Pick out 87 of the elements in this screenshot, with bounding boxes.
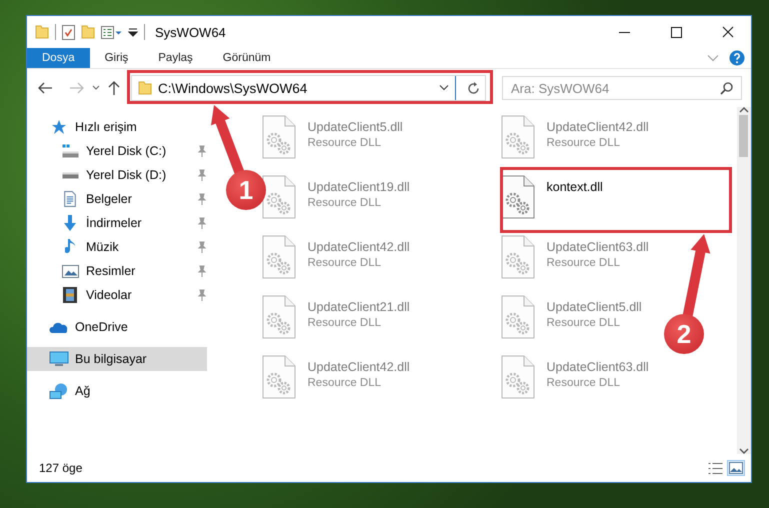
- ribbon-tab[interactable]: Giriş: [90, 48, 144, 68]
- gear-file-icon[interactable]: [500, 295, 534, 339]
- pin-icon[interactable]: [196, 265, 206, 277]
- drive-icon: [62, 144, 78, 158]
- nav-item[interactable]: Resimler: [27, 259, 140, 283]
- nav-item[interactable]: İndirmeler: [27, 211, 146, 235]
- file-name[interactable]: UpdateClient19.dll: [308, 180, 410, 194]
- document-icon: [64, 191, 76, 207]
- file-name[interactable]: UpdateClient42.dll: [546, 120, 649, 134]
- new-folder-icon[interactable]: [81, 25, 95, 39]
- nav-item[interactable]: Bu bilgisayar: [27, 347, 206, 371]
- pin-icon[interactable]: [196, 289, 206, 301]
- address-path: C:\Windows\SysWOW64: [158, 80, 308, 96]
- maximize-icon: [670, 26, 682, 38]
- cloud-icon: [49, 320, 69, 334]
- file-type: Resource DLL: [308, 197, 382, 209]
- up-button[interactable]: [107, 80, 121, 96]
- file-name[interactable]: UpdateClient42.dll: [308, 360, 410, 374]
- gear-file-icon[interactable]: [500, 235, 534, 279]
- gear-file-icon[interactable]: [262, 115, 296, 159]
- gear-file-icon[interactable]: [262, 235, 296, 279]
- ribbon-tab[interactable]: Paylaş: [143, 48, 208, 68]
- file-type: Resource DLL: [546, 137, 622, 149]
- film-icon: [63, 287, 77, 303]
- nav-item[interactable]: Belgeler: [27, 187, 136, 211]
- gear-file-icon[interactable]: [262, 355, 296, 399]
- gear-file-icon[interactable]: [500, 175, 534, 219]
- file-type: Resource DLL: [546, 377, 622, 389]
- view-options-icon[interactable]: [101, 26, 122, 38]
- nav-item[interactable]: Ağ: [27, 379, 94, 403]
- computer-icon: [49, 351, 69, 367]
- large-icons-view-icon[interactable]: [727, 460, 745, 476]
- scrollbar[interactable]: [736, 107, 751, 454]
- scroll-down-icon[interactable]: [738, 448, 749, 454]
- file-name[interactable]: UpdateClient63.dll: [546, 360, 649, 374]
- pointer-arrow: [210, 105, 244, 175]
- file-type: Resource DLL: [546, 257, 622, 269]
- nav-item[interactable]: Hızlı erişim: [27, 115, 141, 139]
- refresh-icon[interactable]: [467, 82, 480, 94]
- file-type: Resource DLL: [308, 257, 382, 269]
- folder-icon[interactable]: [35, 25, 49, 39]
- nav-item[interactable]: Müzik: [27, 235, 123, 259]
- file-type: Resource DLL: [546, 317, 622, 329]
- file-type: Resource DLL: [308, 137, 382, 149]
- item-count: 127 öge: [39, 461, 84, 475]
- network-icon: [49, 382, 69, 400]
- gear-file-icon[interactable]: [262, 295, 296, 339]
- pin-icon[interactable]: [196, 241, 206, 253]
- close-icon: [722, 26, 734, 38]
- forward-button[interactable]: [69, 81, 85, 95]
- scroll-up-icon[interactable]: [738, 107, 749, 113]
- file-name[interactable]: kontext.dll: [546, 180, 603, 194]
- file-name[interactable]: UpdateClient21.dll: [308, 300, 410, 314]
- back-button[interactable]: [37, 81, 53, 95]
- music-note-icon: [65, 238, 75, 256]
- pin-icon[interactable]: [196, 193, 206, 205]
- gear-file-icon[interactable]: [500, 355, 534, 399]
- customize-toolbar-icon[interactable]: [128, 28, 138, 36]
- drive-icon: [62, 172, 78, 178]
- file-name[interactable]: UpdateClient63.dll: [546, 240, 649, 254]
- star-icon: [51, 120, 67, 134]
- nav-item[interactable]: Yerel Disk (C:): [27, 139, 170, 163]
- file-name[interactable]: UpdateClient5.dll: [308, 120, 403, 134]
- gear-file-icon[interactable]: [262, 175, 296, 219]
- download-icon: [64, 215, 76, 231]
- file-type: Resource DLL: [308, 377, 382, 389]
- picture-icon: [62, 264, 78, 278]
- window-title: SysWOW64: [155, 24, 227, 40]
- nav-item[interactable]: Yerel Disk (D:): [27, 163, 170, 187]
- nav-item[interactable]: OneDrive: [27, 315, 132, 339]
- pin-icon[interactable]: [196, 217, 206, 229]
- nav-item[interactable]: Videolar: [27, 283, 136, 307]
- file-type: Resource DLL: [308, 317, 382, 329]
- ribbon-tab[interactable]: Görünüm: [208, 48, 286, 68]
- file-name[interactable]: UpdateClient42.dll: [308, 240, 410, 254]
- gear-file-icon[interactable]: [500, 115, 534, 159]
- ribbon-tab[interactable]: Dosya: [27, 48, 90, 68]
- properties-icon[interactable]: [62, 24, 75, 40]
- folder-icon: [138, 81, 152, 95]
- dropdown-icon[interactable]: [439, 85, 449, 91]
- pin-icon[interactable]: [196, 145, 206, 157]
- details-view-icon[interactable]: [708, 462, 723, 474]
- pin-icon[interactable]: [196, 169, 206, 181]
- help-icon[interactable]: [729, 48, 745, 68]
- recent-locations-button[interactable]: [91, 84, 101, 92]
- scrollbar-thumb[interactable]: [739, 115, 748, 157]
- file-name[interactable]: UpdateClient5.dll: [546, 300, 642, 314]
